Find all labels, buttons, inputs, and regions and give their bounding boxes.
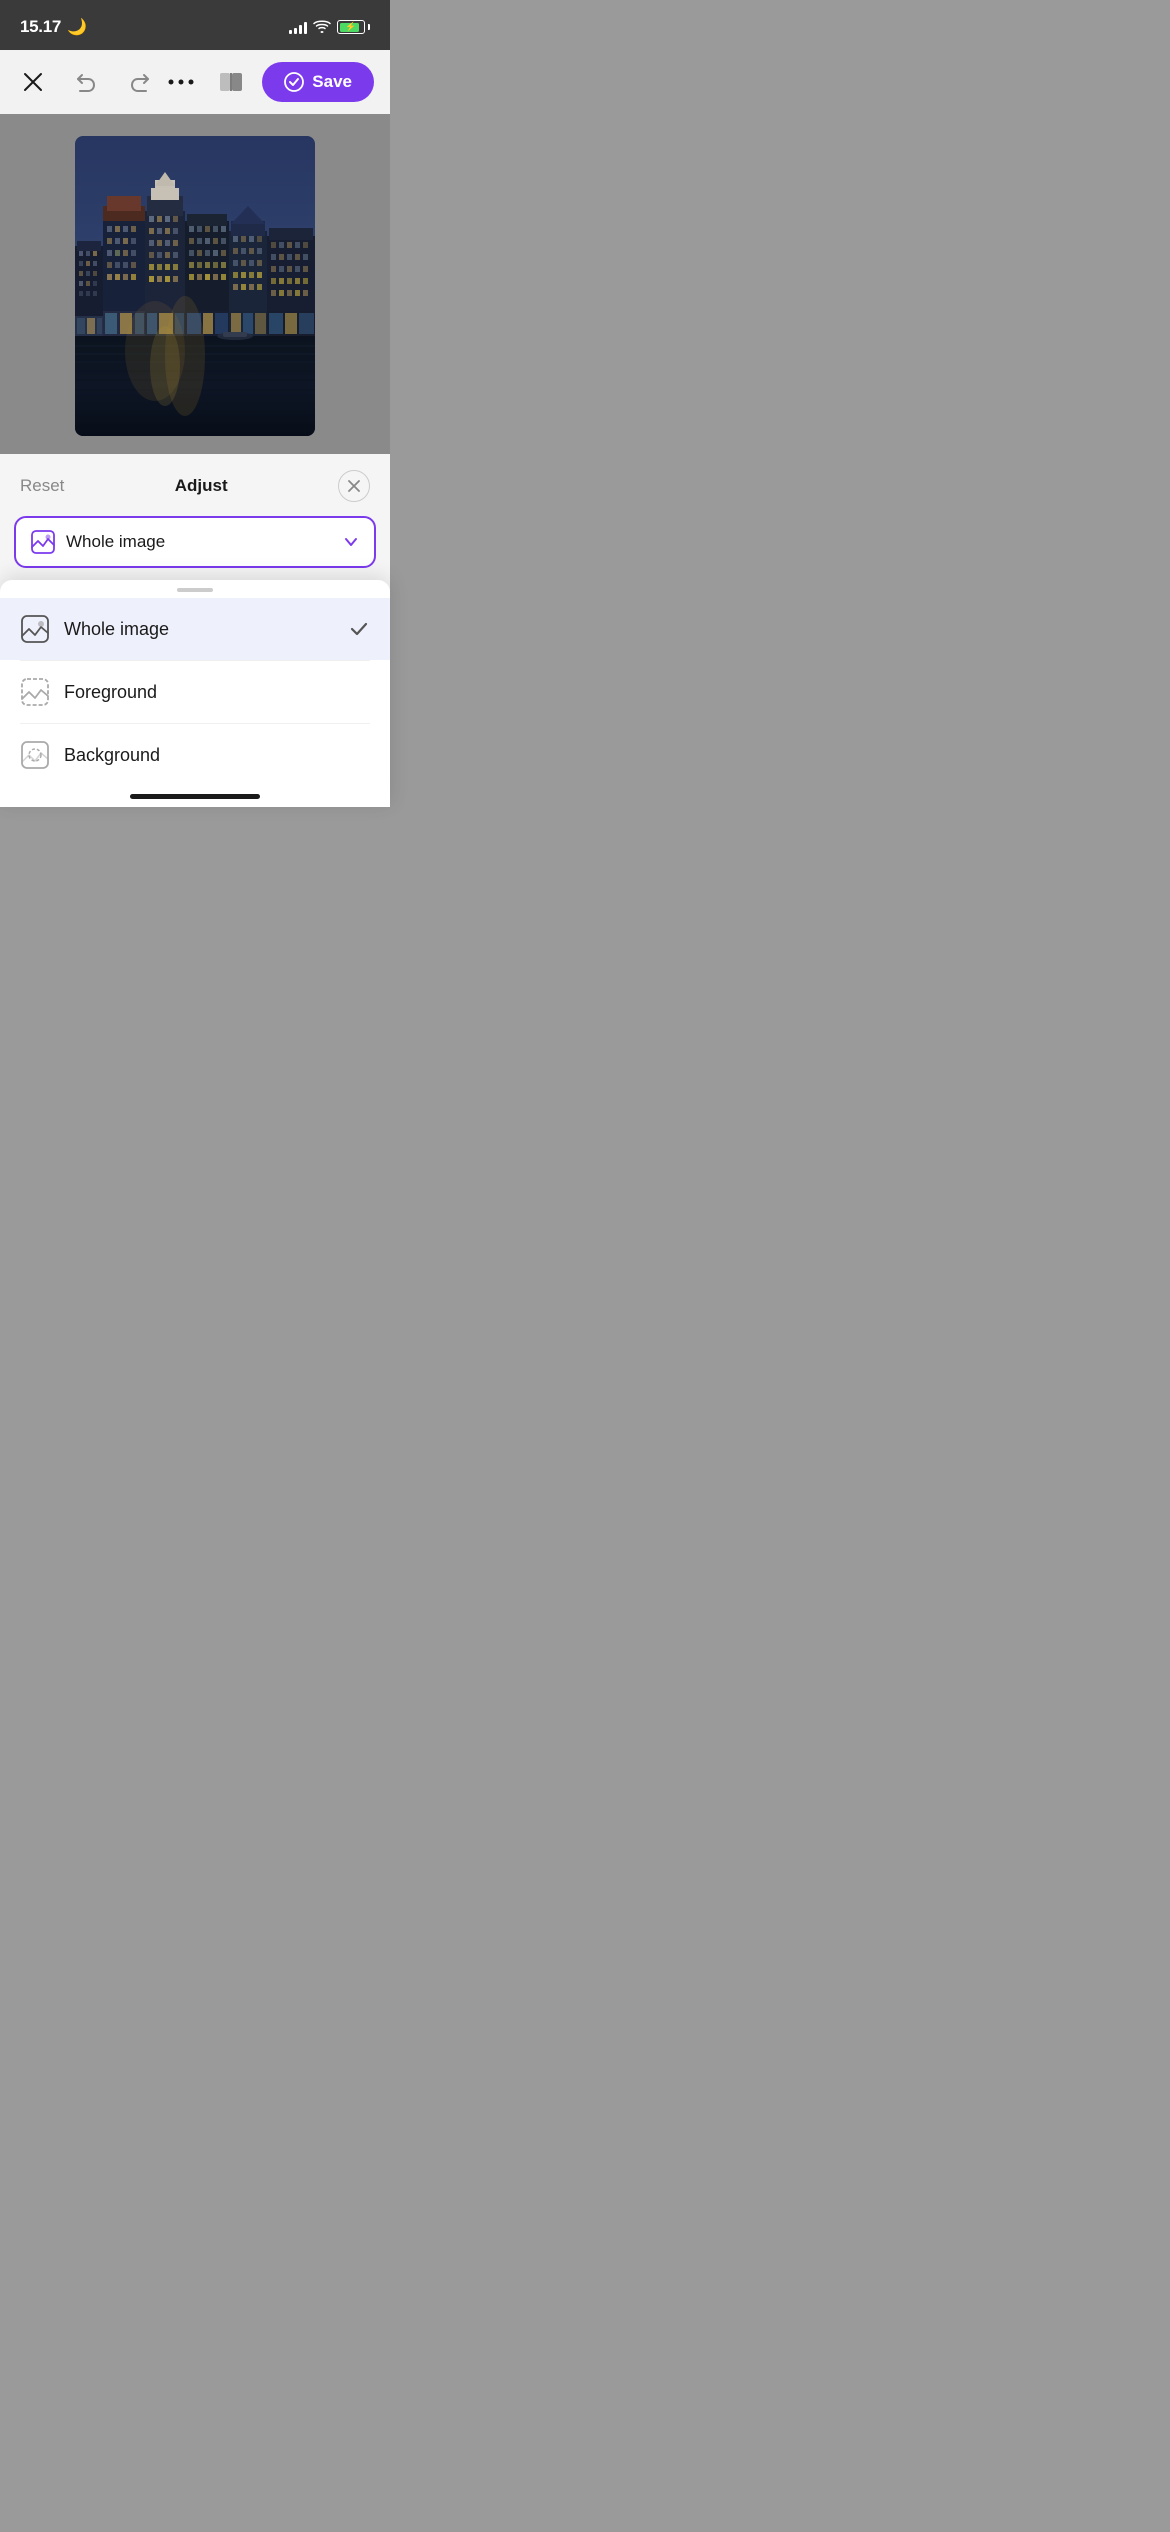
status-bar: 15.17 🌙 ⚡ xyxy=(0,0,390,50)
option-whole-image-label: Whole image xyxy=(64,619,334,640)
home-pill xyxy=(130,794,260,799)
whole-image-icon xyxy=(20,614,50,644)
redo-icon xyxy=(128,71,152,93)
more-dots-icon xyxy=(168,78,194,86)
redo-button[interactable] xyxy=(122,65,158,99)
foreground-icon xyxy=(20,677,50,707)
compare-button[interactable] xyxy=(212,65,250,99)
background-icon xyxy=(20,740,50,770)
compare-icon xyxy=(218,71,244,93)
option-whole-image[interactable]: Whole image xyxy=(0,598,390,660)
checkmark-circle-icon xyxy=(284,72,304,92)
save-button[interactable]: Save xyxy=(262,62,374,102)
undo-icon xyxy=(74,71,98,93)
dropdown-sheet: Whole image Foreground Background xyxy=(0,580,390,807)
toolbar: Save xyxy=(0,50,390,114)
close-adjust-button[interactable] xyxy=(338,470,370,502)
sheet-handle xyxy=(0,580,390,598)
image-preview-area xyxy=(0,114,390,454)
close-small-icon xyxy=(348,480,360,492)
bottom-panel: Reset Adjust Whole image xyxy=(0,454,390,807)
option-foreground[interactable]: Foreground xyxy=(0,661,390,723)
adjust-title: Adjust xyxy=(175,476,228,496)
option-background[interactable]: Background xyxy=(0,724,390,786)
status-time: 15.17 xyxy=(20,17,61,37)
reset-button[interactable]: Reset xyxy=(20,476,64,496)
moon-icon: 🌙 xyxy=(67,17,87,37)
close-icon xyxy=(22,71,44,93)
dropdown-container: Whole image xyxy=(0,516,390,580)
battery-icon: ⚡ xyxy=(337,20,370,34)
amsterdam-photo xyxy=(75,136,315,436)
save-label: Save xyxy=(312,72,352,92)
undo-button[interactable] xyxy=(68,65,104,99)
option-background-label: Background xyxy=(64,745,370,766)
signal-bars-icon xyxy=(289,20,307,34)
home-indicator xyxy=(0,786,390,807)
more-options-button[interactable] xyxy=(162,72,200,92)
close-button[interactable] xyxy=(16,65,50,99)
option-foreground-label: Foreground xyxy=(64,682,370,703)
dropdown-selected-label: Whole image xyxy=(66,532,332,552)
status-icons: ⚡ xyxy=(289,20,370,34)
image-scope-icon xyxy=(30,529,56,555)
scope-dropdown[interactable]: Whole image xyxy=(14,516,376,568)
wifi-icon xyxy=(313,20,331,34)
chevron-down-icon xyxy=(342,533,360,551)
handle-pill xyxy=(177,588,213,592)
adjust-header: Reset Adjust xyxy=(0,454,390,516)
photo-container xyxy=(75,136,315,436)
checkmark-icon xyxy=(348,618,370,640)
